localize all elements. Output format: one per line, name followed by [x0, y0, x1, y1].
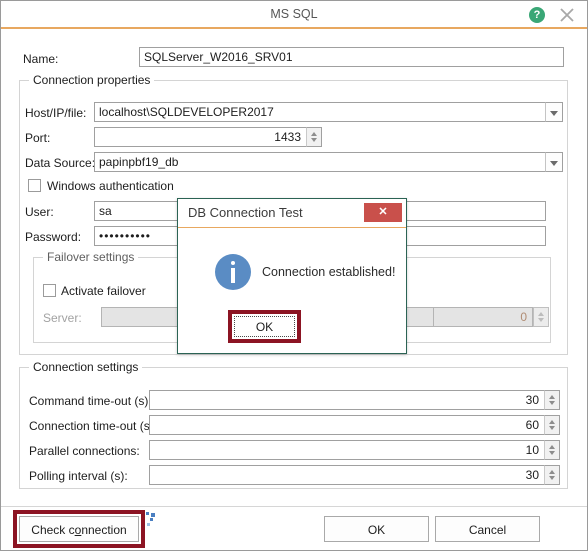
- polling-interval-input[interactable]: 30: [149, 465, 545, 485]
- ms-sql-connection-dialog: MS SQL ? Name: SQLServer_W2016_SRV01 Con…: [0, 0, 588, 551]
- user-label: User:: [25, 205, 54, 219]
- parallel-connections-label: Parallel connections:: [29, 444, 140, 458]
- host-input[interactable]: localhost\SQLDEVELOPER2017: [94, 102, 546, 122]
- failover-server-label: Server:: [43, 311, 82, 325]
- port-stepper[interactable]: [306, 127, 322, 147]
- host-dropdown-chevron-down-icon[interactable]: [545, 102, 563, 122]
- check-connection-button[interactable]: Check connection: [19, 516, 139, 542]
- parallel-connections-stepper[interactable]: [544, 440, 560, 460]
- datasource-label: Data Source:: [25, 156, 96, 170]
- dialog-titlebar: MS SQL ?: [1, 1, 587, 29]
- modal-title: DB Connection Test: [188, 205, 303, 220]
- polling-interval-stepper[interactable]: [544, 465, 560, 485]
- cancel-button[interactable]: Cancel: [435, 516, 540, 542]
- datasource-dropdown-chevron-down-icon[interactable]: [545, 152, 563, 172]
- check-connection-label: Check connection: [31, 523, 127, 537]
- ok-button[interactable]: OK: [324, 516, 429, 542]
- modal-ok-button[interactable]: OK: [234, 316, 295, 337]
- activate-failover-checkbox[interactable]: [43, 284, 56, 297]
- dialog-title: MS SQL: [270, 7, 318, 21]
- dialog-footer: Check connection OK Cancel: [1, 506, 587, 550]
- port-label: Port:: [25, 131, 51, 145]
- activate-failover-label: Activate failover: [61, 284, 146, 298]
- command-timeout-stepper[interactable]: [544, 390, 560, 410]
- name-input[interactable]: SQLServer_W2016_SRV01: [139, 47, 564, 67]
- modal-close-icon[interactable]: ✕: [364, 203, 402, 222]
- port-input[interactable]: 1433: [94, 127, 307, 147]
- password-label: Password:: [25, 230, 82, 244]
- windows-authentication-checkbox[interactable]: [28, 179, 41, 192]
- help-icon-glyph: ?: [529, 7, 545, 23]
- modal-titlebar: DB Connection Test ✕: [178, 199, 406, 228]
- failover-settings-title: Failover settings: [43, 251, 139, 263]
- db-connection-test-modal: DB Connection Test ✕ Connection establis…: [177, 198, 407, 354]
- command-timeout-label: Command time-out (s):: [29, 394, 152, 408]
- connection-settings-title: Connection settings: [29, 361, 143, 373]
- connection-timeout-label: Connection time-out (s):: [29, 419, 158, 433]
- connection-timeout-input[interactable]: 60: [149, 415, 545, 435]
- parallel-connections-input[interactable]: 10: [149, 440, 545, 460]
- polling-interval-label: Polling interval (s):: [29, 469, 128, 483]
- connection-properties-title: Connection properties: [29, 74, 155, 86]
- command-timeout-input[interactable]: 30: [149, 390, 545, 410]
- name-label: Name:: [23, 52, 59, 66]
- help-icon[interactable]: ?: [527, 5, 547, 25]
- host-label: Host/IP/file:: [25, 106, 87, 120]
- failover-server-port-input: 0: [433, 307, 533, 327]
- info-circle-icon: [215, 254, 251, 290]
- close-icon[interactable]: [557, 5, 577, 25]
- cursor-artifact: [146, 512, 160, 528]
- windows-authentication-label: Windows authentication: [47, 179, 174, 193]
- failover-server-port-stepper: [533, 307, 549, 327]
- modal-message: Connection established!: [262, 265, 396, 279]
- connection-timeout-stepper[interactable]: [544, 415, 560, 435]
- datasource-input[interactable]: papinpbf19_db: [94, 152, 546, 172]
